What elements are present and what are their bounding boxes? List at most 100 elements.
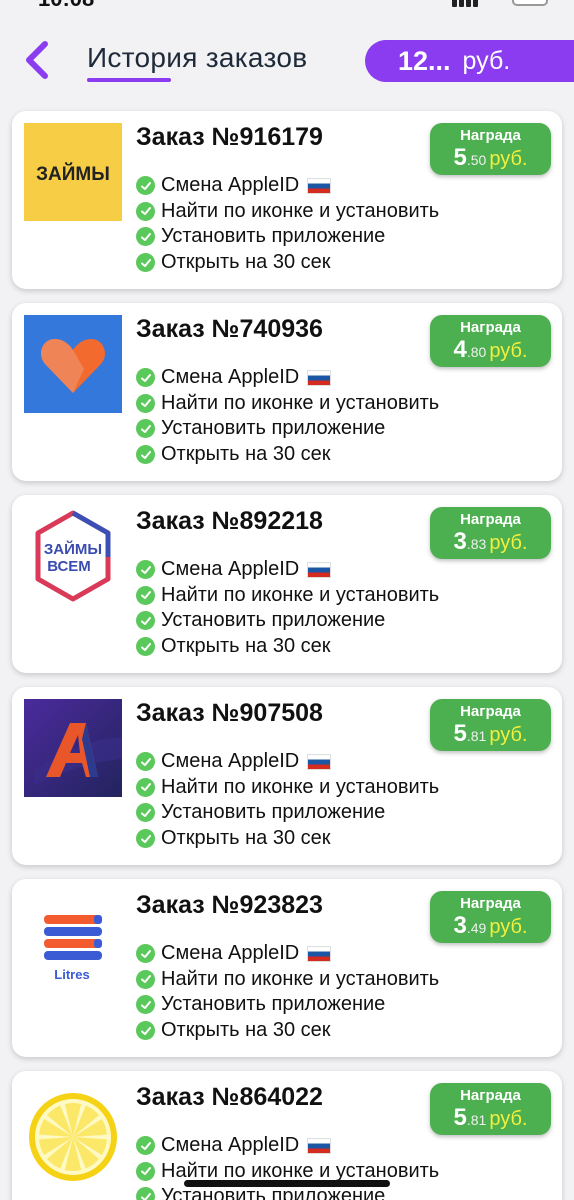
task-label: Открыть на 30 сек [161, 251, 331, 274]
task-item: Смена AppleID [136, 1133, 439, 1159]
back-button[interactable] [18, 40, 58, 80]
order-number: Заказ №916179 [136, 123, 323, 151]
order-card[interactable]: Litres Заказ №923823 Смена AppleID Найти… [12, 879, 562, 1057]
litres-icon: Litres [24, 891, 122, 989]
check-icon [136, 637, 155, 657]
zaimy-vsem-icon: ЗАЙМЫ ВСЕМ [24, 507, 122, 605]
check-icon [136, 995, 155, 1015]
lemon-icon [24, 1083, 122, 1181]
task-label: Найти по иконке и установить [161, 583, 440, 606]
russia-flag-icon [307, 945, 332, 962]
icon-text: ЗАЙМЫ [36, 163, 110, 185]
task-item: Найти по иконке и установить [136, 967, 439, 993]
task-list: Смена AppleID Найти по иконке и установи… [136, 1133, 439, 1200]
task-item: Найти по иконке и установить [136, 199, 439, 225]
task-label: Установить приложение [161, 609, 386, 632]
check-icon [136, 1187, 155, 1200]
task-item: Установить приложение [136, 800, 439, 826]
title-underline [87, 78, 171, 82]
reward-value: 4.80 руб. [453, 336, 528, 363]
task-item: Открыть на 30 сек [136, 442, 439, 468]
task-label: Смена AppleID [161, 1134, 300, 1157]
task-list: Смена AppleID Найти по иконке и установи… [136, 749, 439, 851]
check-icon [136, 777, 155, 797]
task-item: Найти по иконке и установить [136, 391, 439, 417]
signal-icon [452, 0, 482, 7]
reward-badge: Награда 4.80 руб. [430, 315, 551, 367]
order-card[interactable]: ЗАЙМЫ Заказ №916179 Смена AppleID Найти … [12, 111, 562, 289]
russia-flag-icon [307, 561, 332, 578]
task-label: Смена AppleID [161, 174, 300, 197]
order-card[interactable]: ЗАЙМЫ ВСЕМ Заказ №892218 Смена AppleID Н… [12, 495, 562, 673]
task-list: Смена AppleID Найти по иконке и установи… [136, 173, 439, 275]
order-number: Заказ №740936 [136, 315, 323, 343]
order-card[interactable]: Заказ №740936 Смена AppleID Найти по ико… [12, 303, 562, 481]
check-icon [136, 1136, 155, 1156]
check-icon [136, 1021, 155, 1041]
task-item: Установить приложение [136, 608, 439, 634]
letter-a-app-icon [24, 699, 122, 797]
task-item: Смена AppleID [136, 173, 439, 199]
task-label: Найти по иконке и установить [161, 199, 440, 222]
heart-app-icon [24, 315, 122, 413]
status-bar: 10:08 [0, 0, 574, 14]
task-item: Найти по иконке и установить [136, 583, 439, 609]
svg-text:ВСЕМ: ВСЕМ [47, 558, 91, 575]
russia-flag-icon [307, 1137, 332, 1154]
balance-currency: руб. [462, 46, 511, 75]
task-item: Смена AppleID [136, 365, 439, 391]
home-indicator [184, 1180, 390, 1187]
reward-badge: Награда 5.50 руб. [430, 123, 551, 175]
reward-badge: Награда 3.49 руб. [430, 891, 551, 943]
task-label: Смена AppleID [161, 750, 300, 773]
check-icon [136, 752, 155, 772]
check-icon [136, 1161, 155, 1181]
task-list: Смена AppleID Найти по иконке и установи… [136, 365, 439, 467]
task-label: Установить приложение [161, 417, 386, 440]
reward-value: 5.50 руб. [453, 144, 528, 171]
reward-badge: Награда 5.81 руб. [430, 1083, 551, 1135]
page-title: История заказов [87, 42, 308, 73]
task-label: Найти по иконке и установить [161, 775, 440, 798]
svg-text:Litres: Litres [54, 967, 89, 982]
check-icon [136, 176, 155, 196]
reward-badge: Награда 3.83 руб. [430, 507, 551, 559]
balance-badge[interactable]: 12... руб. [365, 40, 574, 82]
check-icon [136, 611, 155, 631]
task-label: Открыть на 30 сек [161, 1019, 331, 1042]
task-item: Смена AppleID [136, 941, 439, 967]
battery-icon [512, 0, 548, 6]
order-number: Заказ №864022 [136, 1083, 323, 1111]
task-label: Установить приложение [161, 993, 386, 1016]
order-number: Заказ №907508 [136, 699, 323, 727]
task-label: Смена AppleID [161, 558, 300, 581]
task-label: Установить приложение [161, 225, 386, 248]
order-number: Заказ №892218 [136, 507, 323, 535]
task-item: Установить приложение [136, 416, 439, 442]
task-item: Установить приложение [136, 224, 439, 250]
svg-text:ЗАЙМЫ: ЗАЙМЫ [44, 540, 102, 558]
reward-value: 5.81 руб. [453, 720, 528, 747]
check-icon [136, 969, 155, 989]
check-icon [136, 368, 155, 388]
balance-amount: 12... [398, 45, 451, 76]
check-icon [136, 560, 155, 580]
task-item: Открыть на 30 сек [136, 634, 439, 660]
task-item: Открыть на 30 сек [136, 250, 439, 276]
reward-value: 5.81 руб. [453, 1104, 528, 1131]
task-label: Установить приложение [161, 1185, 386, 1200]
task-item: Установить приложение [136, 992, 439, 1018]
task-label: Открыть на 30 сек [161, 635, 331, 658]
check-icon [136, 829, 155, 849]
reward-label: Награда [460, 319, 521, 336]
task-label: Открыть на 30 сек [161, 443, 331, 466]
russia-flag-icon [307, 753, 332, 770]
check-icon [136, 585, 155, 605]
check-icon [136, 227, 155, 247]
reward-label: Награда [460, 127, 521, 144]
header: История заказов 12... руб. [0, 14, 574, 106]
task-label: Открыть на 30 сек [161, 827, 331, 850]
task-item: Смена AppleID [136, 557, 439, 583]
order-card[interactable]: Заказ №907508 Смена AppleID Найти по ико… [12, 687, 562, 865]
reward-label: Награда [460, 703, 521, 720]
